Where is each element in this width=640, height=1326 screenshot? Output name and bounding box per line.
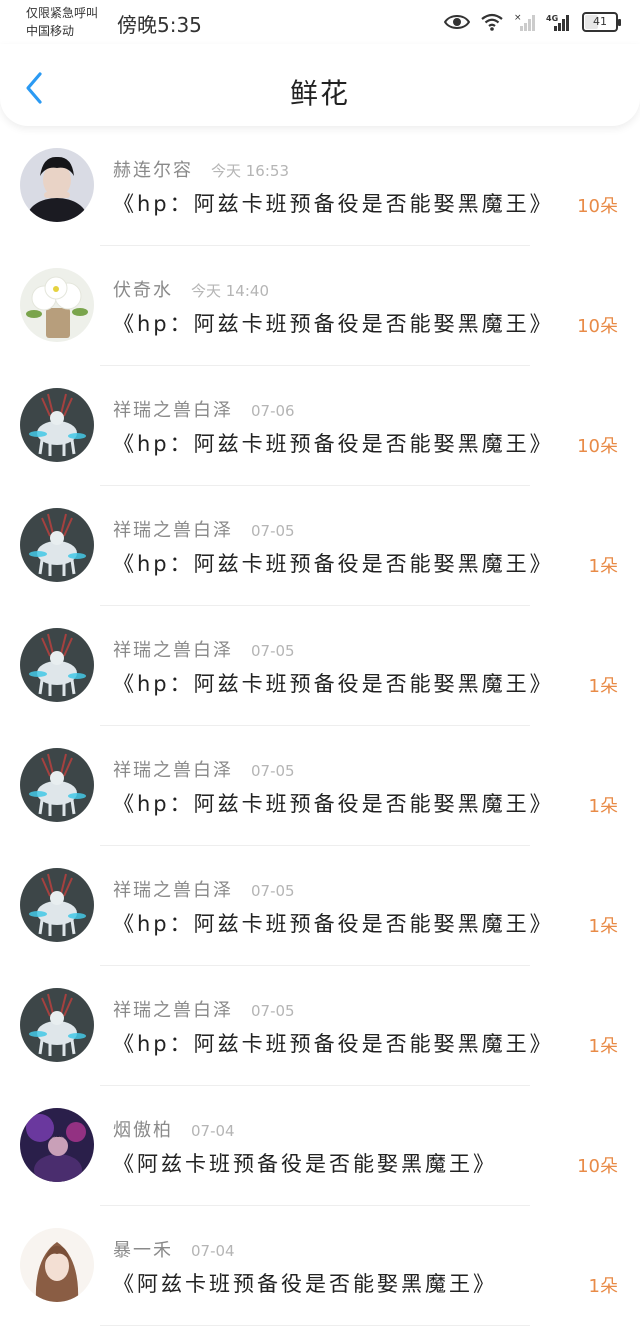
user-name: 赫连尔容 bbox=[113, 160, 193, 181]
flower-count: 1朵 bbox=[588, 916, 618, 937]
avatar[interactable] bbox=[20, 988, 94, 1062]
timestamp: 07-04 bbox=[191, 1242, 235, 1260]
timestamp: 07-06 bbox=[251, 402, 295, 420]
signal-x-icon: × bbox=[514, 13, 535, 31]
book-title: 《hp：阿兹卡班预备役是否能娶黑魔王》 bbox=[113, 192, 554, 216]
flower-count: 1朵 bbox=[588, 676, 618, 697]
svg-text:×: × bbox=[514, 13, 522, 23]
avatar[interactable] bbox=[20, 1108, 94, 1182]
timestamp: 07-05 bbox=[251, 882, 295, 900]
flower-count: 10朵 bbox=[577, 316, 618, 337]
avatar[interactable] bbox=[20, 268, 94, 342]
flower-record-list: 赫连尔容 今天 16:53 《hp：阿兹卡班预备役是否能娶黑魔王》 10朵 伏奇… bbox=[0, 126, 640, 1326]
list-item[interactable]: 祥瑞之兽白泽 07-05 《hp：阿兹卡班预备役是否能娶黑魔王》 1朵 bbox=[0, 606, 640, 726]
signal-4g-icon: 4G bbox=[546, 14, 569, 31]
book-title: 《hp：阿兹卡班预备役是否能娶黑魔王》 bbox=[113, 552, 554, 576]
wifi-icon bbox=[481, 13, 503, 31]
status-bar: 仅限紧急呼叫 中国移动 傍晚5:35 × 4G 41 bbox=[0, 0, 640, 44]
carrier-line-2: 中国移动 bbox=[26, 24, 75, 38]
flower-count: 10朵 bbox=[577, 196, 618, 217]
user-name: 暴一禾 bbox=[113, 1240, 173, 1261]
avatar[interactable] bbox=[20, 628, 94, 702]
avatar[interactable] bbox=[20, 148, 94, 222]
timestamp: 今天 16:53 bbox=[211, 162, 289, 180]
flower-count: 1朵 bbox=[588, 1036, 618, 1057]
flower-count: 1朵 bbox=[588, 556, 618, 577]
timestamp: 07-05 bbox=[251, 1002, 295, 1020]
user-name: 祥瑞之兽白泽 bbox=[113, 400, 233, 421]
book-title: 《hp：阿兹卡班预备役是否能娶黑魔王》 bbox=[113, 672, 554, 696]
avatar[interactable] bbox=[20, 868, 94, 942]
timestamp: 07-05 bbox=[251, 762, 295, 780]
list-item[interactable]: 暴一禾 07-04 《阿兹卡班预备役是否能娶黑魔王》 1朵 bbox=[0, 1206, 640, 1326]
flower-count: 1朵 bbox=[588, 796, 618, 817]
book-title: 《hp：阿兹卡班预备役是否能娶黑魔王》 bbox=[113, 312, 554, 336]
user-name: 祥瑞之兽白泽 bbox=[113, 520, 233, 541]
user-name: 祥瑞之兽白泽 bbox=[113, 760, 233, 781]
book-title: 《阿兹卡班预备役是否能娶黑魔王》 bbox=[113, 1152, 497, 1176]
flower-count: 1朵 bbox=[588, 1276, 618, 1297]
list-item[interactable]: 祥瑞之兽白泽 07-05 《hp：阿兹卡班预备役是否能娶黑魔王》 1朵 bbox=[0, 846, 640, 966]
eye-icon bbox=[444, 15, 470, 29]
user-name: 伏奇水 bbox=[113, 280, 173, 301]
avatar[interactable] bbox=[20, 1228, 94, 1302]
timestamp: 07-05 bbox=[251, 642, 295, 660]
flower-count: 10朵 bbox=[577, 436, 618, 457]
status-icons: × 4G 41 bbox=[444, 8, 621, 36]
timestamp: 07-04 bbox=[191, 1122, 235, 1140]
book-title: 《hp：阿兹卡班预备役是否能娶黑魔王》 bbox=[113, 912, 554, 936]
avatar[interactable] bbox=[20, 748, 94, 822]
carrier-info: 仅限紧急呼叫 中国移动 bbox=[26, 4, 116, 40]
user-name: 祥瑞之兽白泽 bbox=[113, 880, 233, 901]
avatar[interactable] bbox=[20, 388, 94, 462]
list-item[interactable]: 伏奇水 今天 14:40 《hp：阿兹卡班预备役是否能娶黑魔王》 10朵 bbox=[0, 246, 640, 366]
list-item[interactable]: 祥瑞之兽白泽 07-06 《hp：阿兹卡班预备役是否能娶黑魔王》 10朵 bbox=[0, 366, 640, 486]
status-time: 傍晚5:35 bbox=[117, 13, 202, 37]
book-title: 《hp：阿兹卡班预备役是否能娶黑魔王》 bbox=[113, 792, 554, 816]
user-name: 祥瑞之兽白泽 bbox=[113, 1000, 233, 1021]
book-title: 《hp：阿兹卡班预备役是否能娶黑魔王》 bbox=[113, 432, 554, 456]
network-type: 4G bbox=[546, 14, 558, 23]
list-item[interactable]: 祥瑞之兽白泽 07-05 《hp：阿兹卡班预备役是否能娶黑魔王》 1朵 bbox=[0, 726, 640, 846]
flower-count: 10朵 bbox=[577, 1156, 618, 1177]
book-title: 《hp：阿兹卡班预备役是否能娶黑魔王》 bbox=[113, 1032, 554, 1056]
timestamp: 07-05 bbox=[251, 522, 295, 540]
battery-level: 41 bbox=[593, 15, 607, 28]
list-item[interactable]: 祥瑞之兽白泽 07-05 《hp：阿兹卡班预备役是否能娶黑魔王》 1朵 bbox=[0, 486, 640, 606]
user-name: 祥瑞之兽白泽 bbox=[113, 640, 233, 661]
timestamp: 今天 14:40 bbox=[191, 282, 269, 300]
carrier-line-1: 仅限紧急呼叫 bbox=[26, 6, 99, 20]
header-bar: 鲜花 bbox=[0, 44, 640, 126]
list-item[interactable]: 祥瑞之兽白泽 07-05 《hp：阿兹卡班预备役是否能娶黑魔王》 1朵 bbox=[0, 966, 640, 1086]
battery-icon: 41 bbox=[582, 12, 621, 32]
user-name: 烟傲柏 bbox=[113, 1120, 173, 1141]
page-title: 鲜花 bbox=[289, 77, 350, 110]
avatar[interactable] bbox=[20, 508, 94, 582]
list-item[interactable]: 烟傲柏 07-04 《阿兹卡班预备役是否能娶黑魔王》 10朵 bbox=[0, 1086, 640, 1206]
book-title: 《阿兹卡班预备役是否能娶黑魔王》 bbox=[113, 1272, 497, 1296]
list-item[interactable]: 赫连尔容 今天 16:53 《hp：阿兹卡班预备役是否能娶黑魔王》 10朵 bbox=[0, 126, 640, 246]
